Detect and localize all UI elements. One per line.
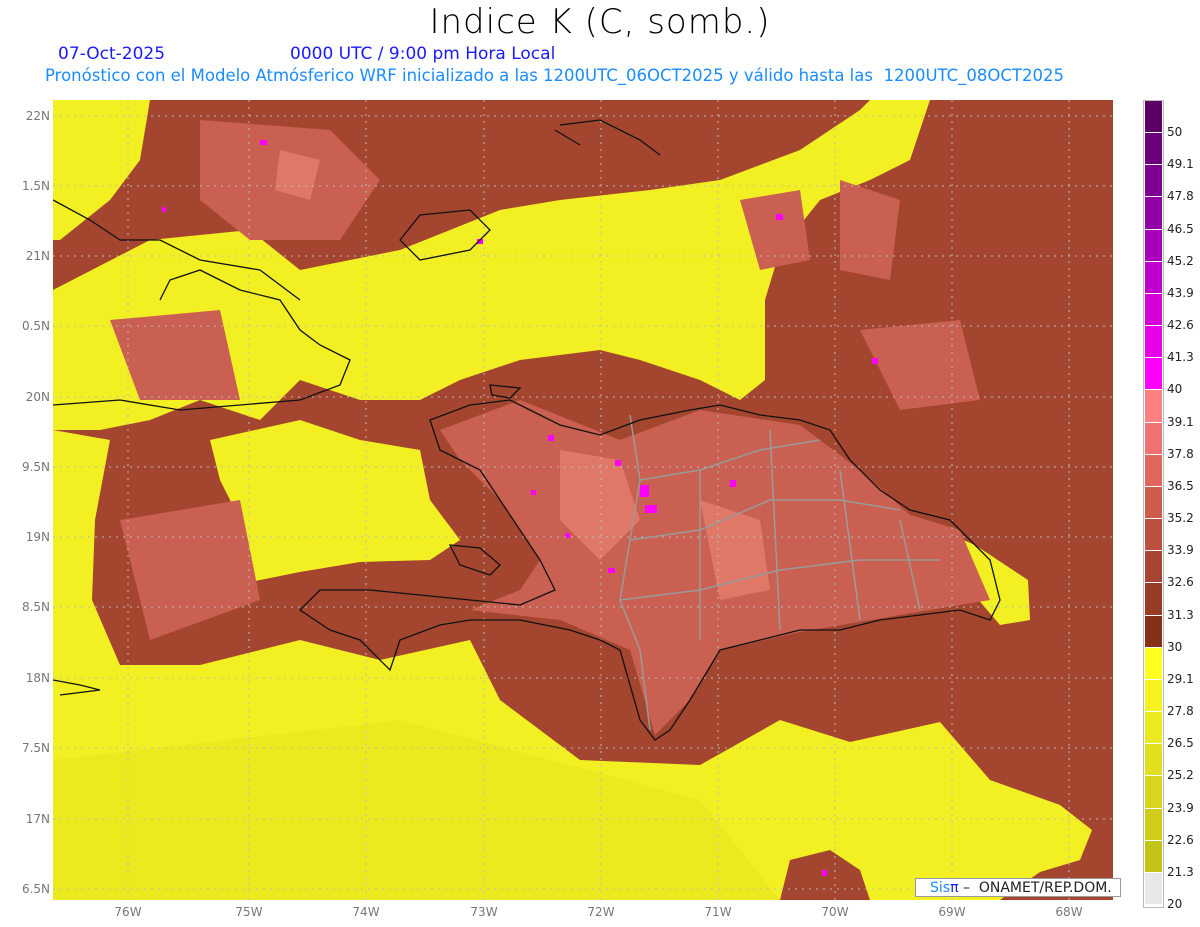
lon-label: 69W: [938, 905, 966, 919]
lat-label: 7.5N: [21, 741, 50, 755]
lat-label: 21N: [25, 249, 50, 263]
lat-label: 22N: [25, 109, 50, 123]
colorbar-label: 36.5: [1167, 478, 1194, 493]
logo-text: – ONAMET/REP.DOM.: [958, 880, 1112, 896]
time-label: 0000 UTC / 9:00 pm Hora Local: [290, 44, 556, 64]
colorbar-label: 46.5: [1167, 221, 1194, 236]
colorbar-swatch: [1145, 165, 1162, 197]
colorbar-label: 47.8: [1167, 189, 1194, 204]
colorbar-label: 23.9: [1167, 800, 1194, 815]
lon-label: 71W: [704, 905, 732, 919]
colorbar-swatch: [1145, 454, 1162, 486]
colorbar-swatch: [1145, 326, 1162, 358]
colorbar-label: 31.3: [1167, 607, 1194, 622]
lon-label: 75W: [235, 905, 263, 919]
colorbar-swatch: [1145, 229, 1162, 261]
colorbar-label: 43.9: [1167, 285, 1194, 300]
lat-label: 1.5N: [21, 179, 50, 193]
colorbar-label: 41.3: [1167, 350, 1194, 365]
colorbar-swatch: [1145, 358, 1162, 390]
colorbar-label: 20: [1167, 897, 1183, 911]
colorbar-swatch: [1145, 101, 1162, 133]
lat-label: 8.5N: [21, 600, 50, 614]
lat-label: 18N: [25, 671, 50, 685]
lat-label: 6.5N: [21, 882, 50, 896]
colorbar-swatch: [1145, 679, 1162, 712]
lat-label: 19N: [25, 530, 50, 544]
colorbar-label: 45.2: [1167, 253, 1194, 268]
logo-brand: Sis: [930, 880, 951, 896]
colorbar-swatch: [1145, 293, 1162, 326]
colorbar-label: 50: [1167, 125, 1183, 140]
colorbar-swatch: [1145, 647, 1162, 679]
colorbar-label: 22.6: [1167, 832, 1194, 847]
colorbar-swatch: [1145, 615, 1162, 647]
colorbar-label: 21.3: [1167, 864, 1194, 879]
colorbar-swatch: [1145, 519, 1162, 551]
logo-pi: π: [950, 880, 959, 896]
k-index-map: [53, 100, 1113, 900]
colorbar-label: 35.2: [1167, 511, 1194, 526]
colorbar-label: 29.1: [1167, 671, 1194, 686]
colorbar-label: 39.1: [1167, 414, 1194, 429]
lat-label: 0.5N: [21, 319, 50, 333]
colorbar-label: 30: [1167, 639, 1183, 654]
date-label: 07-Oct-2025: [58, 44, 166, 64]
lat-label: 9.5N: [21, 460, 50, 474]
lon-label: 73W: [470, 905, 498, 919]
colorbar-label: 32.6: [1167, 575, 1194, 590]
chart-title: Indice K (C, somb.): [429, 2, 771, 42]
colorbar-swatch: [1145, 872, 1162, 904]
colorbar-swatch: [1145, 486, 1162, 519]
colorbar-swatch: [1145, 422, 1162, 454]
colorbar-swatch: [1145, 744, 1162, 776]
forecast-subtitle: Pronóstico con el Modelo Atmósferico WRF…: [45, 66, 1064, 85]
colorbar-label: 37.8: [1167, 446, 1194, 461]
colorbar-label: 49.1: [1167, 157, 1194, 172]
colorbar-swatch: [1145, 776, 1162, 808]
lon-label: 70W: [821, 905, 849, 919]
colorbar-label: 27.8: [1167, 704, 1194, 719]
lon-label: 72W: [587, 905, 615, 919]
colorbar-swatch: [1145, 197, 1162, 229]
colorbar-label: 42.6: [1167, 318, 1194, 333]
lat-label: 20N: [25, 390, 50, 404]
colorbar-swatch: [1145, 261, 1162, 293]
lon-label: 76W: [114, 905, 142, 919]
colorbar-swatch: [1145, 133, 1162, 165]
lat-label: 17N: [25, 812, 50, 826]
colorbar-swatch: [1145, 840, 1162, 872]
colorbar-label: 26.5: [1167, 736, 1194, 751]
lon-label: 74W: [352, 905, 380, 919]
colorbar-swatch: [1145, 808, 1162, 840]
logo: Sisπ – ONAMET/REP.DOM.: [915, 878, 1121, 897]
colorbar-swatch: [1145, 583, 1162, 615]
colorbar-label: 25.2: [1167, 768, 1194, 783]
colorbar-swatch: [1145, 551, 1162, 583]
colorbar-swatch: [1145, 712, 1162, 744]
colorbar-swatch: [1145, 390, 1162, 422]
colorbar-label: 33.9: [1167, 543, 1194, 558]
lon-label: 68W: [1055, 905, 1083, 919]
colorbar-label: 40: [1167, 382, 1183, 397]
